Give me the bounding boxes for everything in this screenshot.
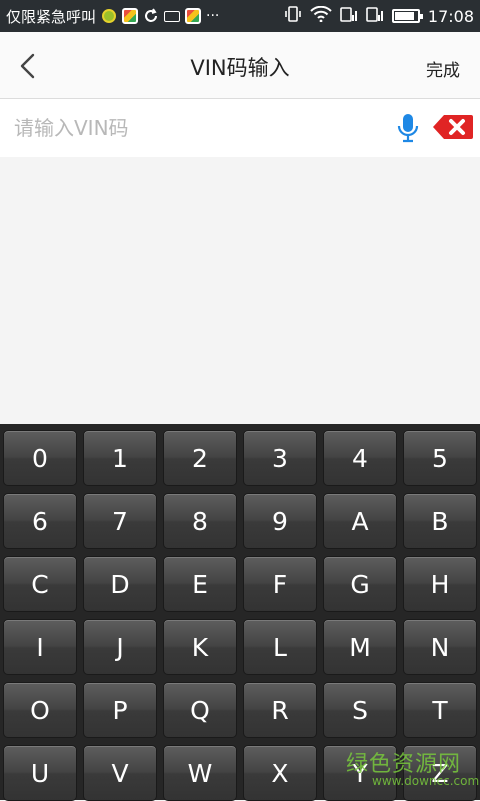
key-2[interactable]: 2 [163, 430, 237, 486]
status-right: 17:08 [284, 5, 474, 27]
key-f[interactable]: F [243, 556, 317, 612]
vibrate-icon [284, 5, 302, 27]
battery-level [394, 12, 415, 20]
key-6[interactable]: 6 [3, 493, 77, 549]
status-left: 仅限紧急呼叫 ··· [6, 6, 284, 27]
key-9[interactable]: 9 [243, 493, 317, 549]
voice-input-button[interactable] [396, 113, 420, 143]
key-x[interactable]: X [243, 745, 317, 801]
key-r[interactable]: R [243, 682, 317, 738]
key-7[interactable]: 7 [83, 493, 157, 549]
key-w[interactable]: W [163, 745, 237, 801]
vin-input[interactable] [14, 109, 374, 147]
status-time: 17:08 [427, 6, 474, 26]
key-m[interactable]: M [323, 619, 397, 675]
vin-keyboard: 012345 6789AB CDEFGH IJKLMN OPQRST UVWXYZ [0, 424, 480, 801]
sim2-signal-icon [366, 6, 384, 26]
key-1[interactable]: 1 [83, 430, 157, 486]
key-y[interactable]: Y [323, 745, 397, 801]
key-4[interactable]: 4 [323, 430, 397, 486]
key-u[interactable]: U [3, 745, 77, 801]
more-notifications: ··· [206, 8, 220, 24]
key-d[interactable]: D [83, 556, 157, 612]
page-title: VIN码输入 [190, 56, 290, 80]
key-h[interactable]: H [403, 556, 477, 612]
key-k[interactable]: K [163, 619, 237, 675]
key-t[interactable]: T [403, 682, 477, 738]
key-g[interactable]: G [323, 556, 397, 612]
content-area [0, 157, 480, 424]
header-bar: VIN码输入 完成 [0, 32, 480, 99]
key-p[interactable]: P [83, 682, 157, 738]
key-e[interactable]: E [163, 556, 237, 612]
key-o[interactable]: O [3, 682, 77, 738]
key-3[interactable]: 3 [243, 430, 317, 486]
key-b[interactable]: B [403, 493, 477, 549]
key-j[interactable]: J [83, 619, 157, 675]
sim1-signal-icon [340, 6, 358, 26]
key-s[interactable]: S [323, 682, 397, 738]
clear-button[interactable] [432, 113, 474, 141]
key-c[interactable]: C [3, 556, 77, 612]
key-z[interactable]: Z [403, 745, 477, 801]
clear-icon [433, 115, 473, 139]
key-l[interactable]: L [243, 619, 317, 675]
battery-icon [391, 9, 423, 23]
sync-icon [143, 8, 159, 24]
app-store-icon-2 [185, 8, 202, 24]
keyboard-icon [164, 8, 181, 24]
carrier-text: 仅限紧急呼叫 [6, 7, 97, 26]
key-q[interactable]: Q [163, 682, 237, 738]
vin-input-row [0, 99, 480, 157]
key-i[interactable]: I [3, 619, 77, 675]
done-button[interactable]: 完成 [426, 56, 460, 81]
key-0[interactable]: 0 [3, 430, 77, 486]
app-notification-icon [101, 8, 117, 24]
wifi-icon [310, 5, 332, 26]
key-a[interactable]: A [323, 493, 397, 549]
app-store-icon [122, 8, 139, 24]
key-5[interactable]: 5 [403, 430, 477, 486]
key-8[interactable]: 8 [163, 493, 237, 549]
microphone-icon [397, 114, 419, 143]
key-v[interactable]: V [83, 745, 157, 801]
status-bar: 仅限紧急呼叫 ··· 17:08 [0, 0, 480, 32]
key-n[interactable]: N [403, 619, 477, 675]
